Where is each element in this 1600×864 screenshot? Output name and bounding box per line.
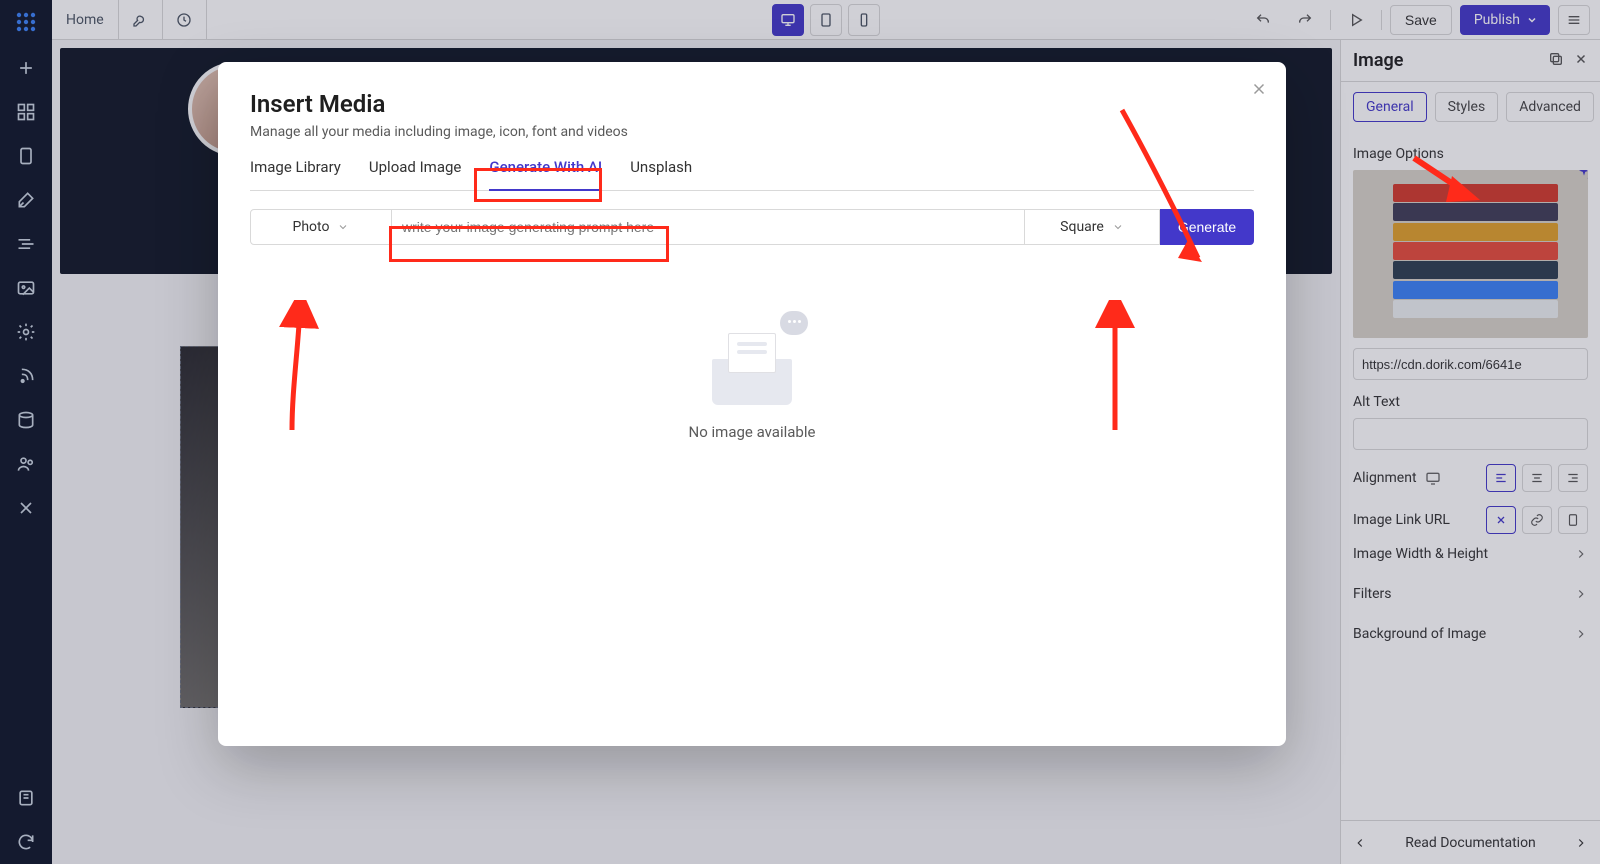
generate-button[interactable]: Generate <box>1160 209 1254 245</box>
insert-media-modal: Insert Media Manage all your media inclu… <box>218 62 1286 746</box>
type-select-value: Photo <box>293 219 330 235</box>
empty-state: No image available <box>250 315 1254 456</box>
empty-illustration <box>702 315 802 405</box>
chevron-down-icon <box>1112 221 1124 233</box>
empty-text: No image available <box>689 423 816 441</box>
tab-generate-ai[interactable]: Generate With AI <box>489 158 602 190</box>
modal-subtitle: Manage all your media including image, i… <box>250 124 1254 140</box>
image-type-select[interactable]: Photo <box>250 209 392 245</box>
ai-prompt-input[interactable] <box>392 209 1024 245</box>
modal-title: Insert Media <box>250 90 1254 118</box>
aspect-value: Square <box>1060 219 1104 235</box>
tab-unsplash[interactable]: Unsplash <box>630 158 692 190</box>
chevron-down-icon <box>337 221 349 233</box>
aspect-ratio-select[interactable]: Square <box>1024 209 1160 245</box>
tab-upload-image[interactable]: Upload Image <box>369 158 461 190</box>
modal-close-icon[interactable] <box>1250 80 1268 102</box>
generate-label: Generate <box>1178 219 1236 235</box>
modal-tabs: Image Library Upload Image Generate With… <box>250 158 1254 191</box>
tab-image-library[interactable]: Image Library <box>250 158 341 190</box>
